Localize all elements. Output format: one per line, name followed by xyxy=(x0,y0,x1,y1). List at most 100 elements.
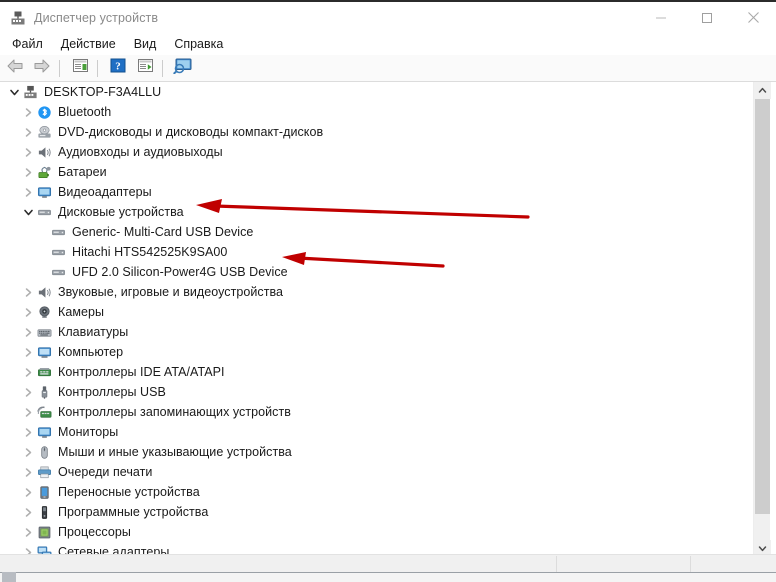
chevron-right-icon[interactable] xyxy=(20,182,36,202)
tree-label: Мыши и иные указывающие устройства xyxy=(58,445,292,459)
tree-label: DVD-дисководы и дисководы компакт-дисков xyxy=(58,125,324,139)
device-tree[interactable]: DESKTOP-F3A4LLU Bluetooth DVD-дисководы … xyxy=(0,82,753,557)
tree-row-software-devices[interactable]: Программные устройства xyxy=(0,502,753,522)
chevron-right-icon[interactable] xyxy=(20,402,36,422)
scroll-up-button[interactable] xyxy=(754,82,771,99)
chevron-right-icon[interactable] xyxy=(20,142,36,162)
tree-label: Мониторы xyxy=(58,425,119,439)
tree-label-root: DESKTOP-F3A4LLU xyxy=(44,85,162,99)
horizontal-scrollbar[interactable] xyxy=(0,572,776,582)
properties-icon xyxy=(72,58,89,78)
vertical-scroll-thumb[interactable] xyxy=(755,99,770,514)
camera-icon xyxy=(36,304,53,320)
properties-button[interactable] xyxy=(68,57,92,79)
chevron-down-icon[interactable] xyxy=(20,202,36,222)
close-button[interactable] xyxy=(730,2,776,33)
tree-row-disk-devices[interactable]: Дисковые устройства xyxy=(0,202,753,222)
arrow-right-icon xyxy=(33,58,51,79)
storage-controller-icon xyxy=(36,404,53,420)
tree-row-ufd-usb-device[interactable]: UFD 2.0 Silicon-Power4G USB Device xyxy=(0,262,753,282)
tree-row-root[interactable]: DESKTOP-F3A4LLU xyxy=(0,82,753,102)
tree-label: Видеоадаптеры xyxy=(58,185,152,199)
tree-row-hitachi-hdd[interactable]: Hitachi HTS542525K9SA00 xyxy=(0,242,753,262)
tree-row-display-adapters[interactable]: Видеоадаптеры xyxy=(0,182,753,202)
chevron-right-icon[interactable] xyxy=(20,162,36,182)
help-question-icon: ? xyxy=(110,58,126,78)
tree-row-storage-controllers[interactable]: Контроллеры запоминающих устройств xyxy=(0,402,753,422)
tree-row-usb-controllers[interactable]: Контроллеры USB xyxy=(0,382,753,402)
tree-label: Программные устройства xyxy=(58,505,209,519)
menu-view[interactable]: Вид xyxy=(125,35,166,53)
tree-row-cameras[interactable]: Камеры xyxy=(0,302,753,322)
status-bar xyxy=(0,554,776,582)
tree-label: Звуковые, игровые и видеоустройства xyxy=(58,285,284,299)
device-manager-icon xyxy=(10,10,26,26)
status-divider-2 xyxy=(690,556,691,573)
menu-action[interactable]: Действие xyxy=(52,35,125,53)
chevron-right-icon[interactable] xyxy=(20,382,36,402)
back-button[interactable] xyxy=(3,57,27,79)
update-driver-button[interactable] xyxy=(133,57,157,79)
menu-bar: Файл Действие Вид Справка xyxy=(0,33,776,55)
vertical-scrollbar[interactable] xyxy=(753,82,771,557)
chevron-right-icon[interactable] xyxy=(20,462,36,482)
forward-button[interactable] xyxy=(30,57,54,79)
monitor-icon xyxy=(36,424,53,440)
tree-label: Компьютер xyxy=(58,345,124,359)
processor-icon xyxy=(36,524,53,540)
tree-label: Контроллеры запоминающих устройств xyxy=(58,405,291,419)
tree-label: Переносные устройства xyxy=(58,485,200,499)
tree-row-computer[interactable]: Компьютер xyxy=(0,342,753,362)
chevron-right-icon[interactable] xyxy=(20,342,36,362)
dvd-drive-icon xyxy=(36,124,53,140)
tree-label: UFD 2.0 Silicon-Power4G USB Device xyxy=(72,265,288,279)
disk-drive-icon xyxy=(50,264,67,280)
disk-drive-icon xyxy=(50,244,67,260)
tree-row-audio-io[interactable]: Аудиовходы и аудиовыходы xyxy=(0,142,753,162)
tree-row-keyboards[interactable]: Клавиатуры xyxy=(0,322,753,342)
menu-help[interactable]: Справка xyxy=(165,35,232,53)
help-button[interactable]: ? xyxy=(106,57,130,79)
maximize-button[interactable] xyxy=(684,2,730,33)
tree-row-print-queues[interactable]: Очереди печати xyxy=(0,462,753,482)
tree-row-sound-video-game[interactable]: Звуковые, игровые и видеоустройства xyxy=(0,282,753,302)
update-driver-icon xyxy=(137,58,154,78)
chevron-down-icon[interactable] xyxy=(6,82,22,102)
tree-label: Bluetooth xyxy=(58,105,112,119)
tree-row-monitors[interactable]: Мониторы xyxy=(0,422,753,442)
chevron-right-icon[interactable] xyxy=(20,442,36,462)
battery-icon xyxy=(36,164,53,180)
chevron-right-icon[interactable] xyxy=(20,522,36,542)
printer-icon xyxy=(36,464,53,480)
tree-row-dvd-drives[interactable]: DVD-дисководы и дисководы компакт-дисков xyxy=(0,122,753,142)
menu-file[interactable]: Файл xyxy=(3,35,52,53)
horizontal-scroll-thumb[interactable] xyxy=(2,572,16,582)
tree-label: Аудиовходы и аудиовыходы xyxy=(58,145,223,159)
svg-text:?: ? xyxy=(115,61,121,73)
toolbar-separator-1 xyxy=(59,59,60,77)
toolbar-separator-3 xyxy=(162,59,163,77)
window-controls xyxy=(638,2,776,33)
tree-row-processors[interactable]: Процессоры xyxy=(0,522,753,542)
software-device-icon xyxy=(36,504,53,520)
chevron-right-icon[interactable] xyxy=(20,302,36,322)
minimize-button[interactable] xyxy=(638,2,684,33)
usb-controller-icon xyxy=(36,384,53,400)
tree-row-ide-controllers[interactable]: Контроллеры IDE ATA/ATAPI xyxy=(0,362,753,382)
chevron-right-icon[interactable] xyxy=(20,362,36,382)
tree-row-portable-devices[interactable]: Переносные устройства xyxy=(0,482,753,502)
chevron-right-icon[interactable] xyxy=(20,482,36,502)
tree-row-generic-multicard[interactable]: Generic- Multi-Card USB Device xyxy=(0,222,753,242)
scan-hardware-button[interactable] xyxy=(171,57,195,79)
chevron-right-icon[interactable] xyxy=(20,322,36,342)
tree-label: Generic- Multi-Card USB Device xyxy=(72,225,254,239)
chevron-right-icon[interactable] xyxy=(20,102,36,122)
chevron-right-icon[interactable] xyxy=(20,282,36,302)
chevron-right-icon[interactable] xyxy=(20,422,36,442)
tree-row-mice[interactable]: Мыши и иные указывающие устройства xyxy=(0,442,753,462)
chevron-right-icon[interactable] xyxy=(20,502,36,522)
tree-row-bluetooth[interactable]: Bluetooth xyxy=(0,102,753,122)
chevron-right-icon[interactable] xyxy=(20,122,36,142)
title-bar: Диспетчер устройств xyxy=(0,2,776,33)
tree-row-batteries[interactable]: Батареи xyxy=(0,162,753,182)
